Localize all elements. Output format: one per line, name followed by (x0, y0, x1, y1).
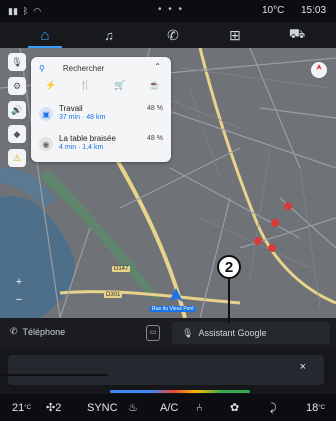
passenger-fan-button[interactable]: ⤸ (270, 401, 277, 415)
callout-leader-line (228, 279, 230, 323)
device-icon: ▭ (149, 329, 157, 336)
phone-label: Téléphone (22, 326, 66, 337)
driver-temperature[interactable]: 21°C (12, 401, 31, 415)
signal-icon: ▮▮ (8, 6, 18, 16)
driver-temperature-value: 21 (12, 402, 25, 414)
passenger-temperature-value: 18 (306, 402, 319, 414)
microphone-icon: 🎙 (182, 327, 194, 338)
climate-bar: 21°C ✣2 SYNC ♨ A/C ⑃ ✿ ⤸ 18°C (0, 394, 336, 421)
home-icon: ⌂ (40, 26, 50, 44)
assistant-label: Assistant Google (198, 328, 267, 338)
destination-info: 4 min · 1,4 km (59, 144, 104, 151)
zoom-out-button[interactable]: − (10, 294, 28, 312)
audio-guidance-button[interactable]: 🔊 (8, 101, 26, 119)
tab-vehicle[interactable]: ⛟ (272, 22, 322, 48)
callout-number: 2 (217, 255, 241, 279)
media-source-button[interactable]: ▭ (146, 325, 160, 341)
phone-button[interactable]: ✆ Téléphone (10, 326, 65, 337)
restaurant-icon[interactable]: 🍴 (80, 80, 91, 91)
warning-icon: ⚠ (12, 152, 22, 163)
ac-button[interactable]: A/C (160, 401, 178, 415)
destination-item[interactable]: ◉ La table braisée 4 min · 1,4 km 48 % (39, 134, 165, 160)
rear-defrost-button[interactable]: ♨ (128, 401, 138, 415)
briefcase-icon: ▣ (39, 107, 53, 121)
climate-icon: ✿ (230, 402, 240, 414)
sound-icon: 🔊 (11, 104, 23, 115)
climate-menu-button[interactable]: ✿ (230, 401, 239, 415)
destination-item[interactable]: ▣ Travail 37 min · 48 km 48 % (39, 104, 165, 130)
tab-phone[interactable]: ✆ (148, 22, 198, 48)
street-label: Rue du Vieux Pont (150, 306, 196, 312)
status-icons: ▮▮ ᛒ ◠ (8, 5, 41, 17)
search-card: ⚲ Rechercher ⌃ ⚡ 🍴 🛒 ☕ ▣ Travail 37 min … (31, 57, 171, 162)
road-label: D147 (112, 266, 131, 272)
callout-leader-line (0, 374, 108, 376)
music-icon: ♫ (104, 27, 114, 43)
page-dots: • • • (158, 4, 185, 15)
destination-info: 37 min · 48 km (59, 114, 106, 121)
microphone-icon: 🎙 (11, 56, 23, 67)
assistant-response-area: × (8, 355, 324, 385)
assistant-listening-bar (110, 390, 250, 393)
search-header[interactable]: ⚲ Rechercher ⌃ (39, 61, 163, 75)
coffee-icon[interactable]: ☕ (149, 80, 160, 91)
shortcut-row: ✆ Téléphone ▭ 🎙 Assistant Google (0, 318, 336, 348)
status-bar: ▮▮ ᛒ ◠ • • • 10°C 15:03 (0, 0, 336, 22)
shopping-cart-icon[interactable]: 🛒 (114, 80, 125, 91)
destination-name: La table braisée (59, 134, 116, 143)
charging-station-icon[interactable]: ⚡ (45, 80, 56, 91)
fan-speed-value: 2 (55, 402, 62, 414)
bluetooth-icon: ᛒ (22, 6, 29, 16)
sync-button[interactable]: SYNC (87, 401, 118, 415)
phone-icon: ✆ (10, 326, 18, 336)
chevron-up-icon[interactable]: ⌃ (154, 62, 161, 71)
seat-heat-button[interactable]: ⑃ (196, 401, 203, 415)
clock: 15:03 (301, 5, 327, 16)
fan-icon: ✣ (46, 402, 56, 414)
car-icon: ⛟ (288, 26, 306, 41)
alerts-button[interactable]: ⚠ (8, 149, 26, 167)
defrost-icon: ♨ (128, 402, 138, 414)
search-title: Rechercher (62, 63, 105, 73)
tab-home[interactable]: ⌂ (20, 22, 70, 48)
outside-temperature: 10°C (262, 5, 285, 16)
battery-level: 48 % (147, 135, 163, 142)
battery-level: 48 % (147, 105, 163, 112)
voice-search-button[interactable]: 🎙 (8, 53, 26, 71)
road-label: D301 (104, 292, 123, 298)
map-pin-icon: ⚲ (39, 63, 45, 73)
tab-apps[interactable]: ⊞ (210, 22, 260, 48)
assistant-panel: × (0, 348, 336, 394)
place-icon: ◉ (39, 137, 53, 151)
fan-speed[interactable]: ✣2 (46, 401, 61, 415)
close-icon[interactable]: × (300, 361, 306, 373)
infotainment-screen: ▮▮ ᛒ ◠ • • • 10°C 15:03 ⌂ ♫ ✆ ⊞ ⛟ D147 D… (0, 0, 336, 421)
nav-tabs: ⌂ ♫ ✆ ⊞ ⛟ (0, 22, 336, 48)
wifi-icon: ◠ (33, 6, 42, 16)
category-shortcuts: ⚡ 🍴 🛒 ☕ (45, 80, 160, 91)
seat-fan-icon: ⤸ (270, 402, 277, 414)
layers-icon: ◆ (13, 128, 21, 139)
zoom-in-button[interactable]: + (10, 276, 28, 294)
map-layer-button[interactable]: ◆ (8, 125, 26, 143)
seat-icon: ⑃ (196, 402, 203, 414)
settings-icon: ⚙ (12, 80, 22, 91)
passenger-temperature[interactable]: 18°C (306, 401, 325, 415)
destination-name: Travail (59, 104, 83, 113)
map-options-button[interactable]: ⚙ (8, 77, 26, 95)
phone-icon: ✆ (167, 26, 179, 43)
google-assistant-button[interactable]: 🎙 Assistant Google (172, 322, 330, 344)
apps-icon: ⊞ (229, 26, 241, 43)
tab-music[interactable]: ♫ (84, 22, 134, 48)
